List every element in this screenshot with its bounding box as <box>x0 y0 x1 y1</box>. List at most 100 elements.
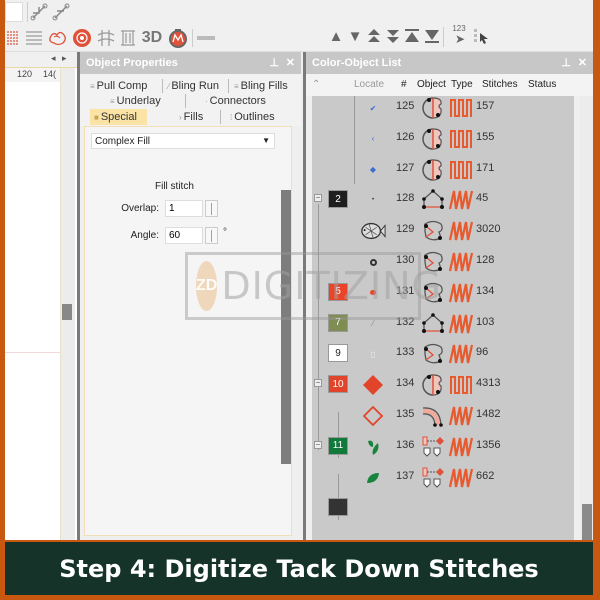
fill-type-select[interactable]: Complex Fill ▼ <box>91 133 275 149</box>
tab-outlines[interactable]: ⁞ Outlines <box>230 109 275 125</box>
tatami-lines-icon[interactable] <box>24 28 44 48</box>
tab-icon: ≡ <box>110 96 115 106</box>
canvas-vertical-scrollbar[interactable] <box>60 68 75 540</box>
pin-icon[interactable]: ⊥ <box>561 56 571 69</box>
close-icon[interactable]: ✕ <box>578 56 587 69</box>
tab-divider <box>162 79 163 93</box>
ruler-label: 120 <box>17 69 33 79</box>
list-row[interactable]: 5 131 134 <box>312 277 574 308</box>
object-thumbnail-icon <box>360 374 386 396</box>
pin-icon[interactable]: ⊥ <box>269 56 279 69</box>
node-edit-icon[interactable] <box>29 2 49 22</box>
overlap-field[interactable]: 1 <box>165 200 203 217</box>
column-stitches[interactable]: Stitches <box>482 79 518 90</box>
move-to-end-icon[interactable]: ▼ <box>346 26 364 46</box>
list-column-header: ⌃ Locate # Object Type Stitches Status <box>306 74 593 96</box>
closed-shape-object-icon <box>420 249 446 275</box>
move-to-start-icon[interactable]: ▲ <box>327 26 345 46</box>
angle-spinner[interactable] <box>205 227 218 244</box>
fill-stitch-type-icon <box>448 159 474 181</box>
color-swatch[interactable] <box>328 498 348 517</box>
overlap-spinner[interactable] <box>205 200 218 217</box>
collapse-all-icon[interactable]: ⌃ <box>312 79 320 90</box>
object-number: 131 <box>396 284 415 297</box>
list-row[interactable]: 9 ▯ 133 96 <box>312 338 574 369</box>
list-row[interactable]: 130 128 <box>312 246 574 277</box>
list-row[interactable]: ◆ 127 171 <box>312 154 574 185</box>
motif-fill-icon[interactable] <box>47 28 69 48</box>
list-row[interactable]: 135 1482 <box>312 400 574 431</box>
move-up-icon[interactable] <box>365 26 383 46</box>
column-type[interactable]: Type <box>451 79 473 90</box>
color-swatch[interactable]: 5 <box>328 282 348 301</box>
complex-fill-object-icon <box>420 96 446 121</box>
stitch-toolbar: 3D ▲ ▼ 123 ➤ <box>5 24 593 52</box>
canvas-guide-line <box>5 352 60 353</box>
tab-bling-run[interactable]: ⁄ Bling Run <box>168 78 219 94</box>
column-status[interactable]: Status <box>528 79 556 90</box>
monogram-icon[interactable] <box>167 27 189 49</box>
collapse-toggle-icon[interactable]: − <box>314 379 322 388</box>
column-locate[interactable]: Locate <box>354 79 384 90</box>
move-last-icon[interactable] <box>423 26 441 46</box>
scroll-right-icon[interactable]: ▸ <box>62 53 67 64</box>
object-thumbnail-icon <box>360 405 386 427</box>
object-thumbnail-icon: ◆ <box>369 165 377 175</box>
list-row[interactable]: 129 3020 <box>312 215 574 246</box>
scrollbar-thumb[interactable] <box>62 304 72 320</box>
object-number: 130 <box>396 254 415 266</box>
column-object[interactable]: Object <box>417 79 446 90</box>
list-row[interactable]: ✔ 125 157 <box>312 96 574 123</box>
tab-special[interactable]: ■ Special <box>90 109 147 125</box>
list-row[interactable]: −11 136 1356 <box>312 431 574 462</box>
object-properties-panel: Object Properties ⊥ ✕ ≡ Pull Comp ⁄ Bling … <box>77 52 301 540</box>
collapse-toggle-icon[interactable]: − <box>314 440 322 449</box>
tab-connectors[interactable]: · Connectors <box>205 93 266 109</box>
tab-label: Bling Fills <box>240 80 288 92</box>
contour-stitch-icon[interactable] <box>96 28 116 48</box>
tab-pull-comp[interactable]: ≡ Pull Comp <box>90 78 147 94</box>
angle-label: Angle: <box>130 230 159 241</box>
color-swatch[interactable]: 2 <box>328 190 348 209</box>
satin-fill-icon[interactable] <box>5 28 21 48</box>
tab-bling-fills[interactable]: ≡ Bling Fills <box>234 78 288 94</box>
object-number: 125 <box>396 100 415 112</box>
tab-fills[interactable]: › Fills <box>179 109 203 125</box>
object-number: 126 <box>396 130 415 143</box>
color-object-list[interactable]: ✔ 125 157 ‹ 126 155 ◆ 127 171−2 • 128 45 129 3020 130 1… <box>312 96 574 540</box>
dropdown-stub[interactable] <box>5 2 23 22</box>
object-thumbnail-icon: ✔ <box>369 103 377 113</box>
properties-scrollbar[interactable] <box>281 190 291 464</box>
list-scrollbar[interactable] <box>580 96 593 540</box>
sequence-by-color-icon[interactable] <box>471 26 491 46</box>
angle-field[interactable]: 60 <box>165 227 203 244</box>
color-swatch[interactable]: 9 <box>328 344 348 363</box>
tab-underlay[interactable]: ≡ Underlay <box>110 93 161 109</box>
separator-icon <box>197 36 215 40</box>
list-row[interactable]: 137 662 <box>312 462 574 493</box>
list-row[interactable]: −10 134 4313 <box>312 369 574 400</box>
close-icon[interactable]: ✕ <box>286 56 295 69</box>
list-row[interactable]: ‹ 126 155 <box>312 123 574 154</box>
list-row[interactable]: 7 ⁄ 132 103 <box>312 308 574 339</box>
collapse-toggle-icon[interactable]: − <box>314 194 322 203</box>
stitch-count: 155 <box>476 130 495 143</box>
color-swatch[interactable]: 10 <box>328 375 348 394</box>
3d-icon[interactable]: 3D <box>140 28 164 48</box>
node-reshape-icon[interactable] <box>51 2 71 22</box>
column-number[interactable]: # <box>401 79 407 90</box>
scroll-left-icon[interactable]: ◂ <box>51 53 56 64</box>
color-swatch[interactable]: 11 <box>328 436 348 455</box>
design-canvas[interactable]: ◂ ▸ 120 14( <box>5 52 77 540</box>
closed-shape-object-icon <box>420 341 446 367</box>
scrollbar-thumb[interactable] <box>582 504 592 540</box>
list-row[interactable]: −2 • 128 45 <box>312 184 574 215</box>
move-first-icon[interactable] <box>403 26 421 46</box>
color-swatch[interactable]: 7 <box>328 313 348 332</box>
tab-icon: ■ <box>94 112 99 122</box>
move-down-icon[interactable] <box>384 26 402 46</box>
fill-stitch-heading: Fill stitch <box>155 181 194 192</box>
object-number: 137 <box>396 469 415 482</box>
cross-stitch-icon[interactable] <box>118 28 138 48</box>
radial-fill-icon[interactable] <box>71 27 93 49</box>
